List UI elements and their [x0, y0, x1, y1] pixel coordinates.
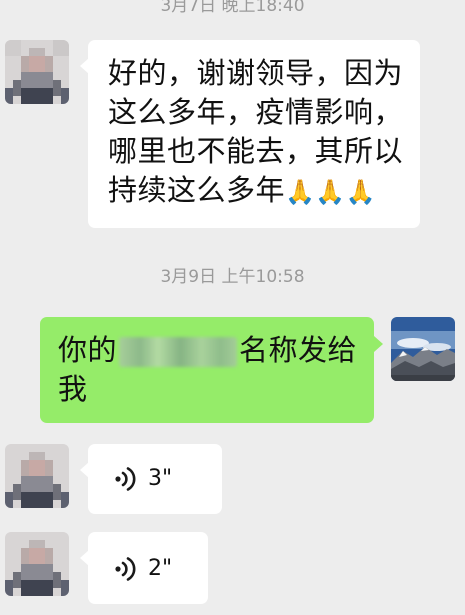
message-text: 持续这么多年: [108, 173, 286, 207]
incoming-text-bubble[interactable]: 好的，谢谢领导，因为 这么多年，疫情影响， 哪里也不能去，其所以 持续这么多年🙏…: [88, 40, 420, 228]
timestamp-middle: 3月9日 上午10:58: [160, 267, 305, 287]
pray-emoji-icon: 🙏🙏🙏: [285, 178, 377, 206]
voice-message-bubble[interactable]: 2": [88, 532, 208, 604]
voice-wave-icon: [115, 557, 136, 581]
voice-duration: 2": [148, 556, 173, 581]
message-line: 持续这么多年🙏🙏🙏: [108, 171, 376, 212]
pixelated-avatar-icon: [5, 444, 69, 508]
own-avatar[interactable]: [391, 317, 455, 381]
message-text: 你的: [58, 333, 118, 367]
bubble-tail: [374, 336, 383, 352]
outgoing-text-bubble[interactable]: 你的 名称发给 我: [40, 317, 374, 423]
voice-wave-icon: [115, 467, 136, 491]
voice-message-bubble[interactable]: 3": [88, 444, 222, 514]
contact-avatar[interactable]: [5, 532, 69, 596]
message-line: 这么多年，疫情影响，: [108, 95, 404, 129]
voice-duration: 3": [148, 466, 173, 491]
message-line: 好的，谢谢领导，因为: [108, 56, 404, 90]
timestamp-top: 3月7日 晚上18:40: [160, 0, 305, 16]
message-line: 我: [58, 372, 88, 406]
contact-avatar[interactable]: [5, 444, 69, 508]
pixelated-avatar-icon: [5, 532, 69, 596]
pixelated-avatar-icon: [5, 40, 69, 104]
contact-avatar[interactable]: [5, 40, 69, 104]
message-line: 哪里也不能去，其所以: [108, 134, 404, 168]
mountain-landscape-avatar-icon: [391, 317, 455, 381]
message-line: 你的 名称发给: [58, 331, 357, 370]
redacted-blur: [119, 337, 238, 367]
message-text: 名称发给: [239, 333, 358, 367]
